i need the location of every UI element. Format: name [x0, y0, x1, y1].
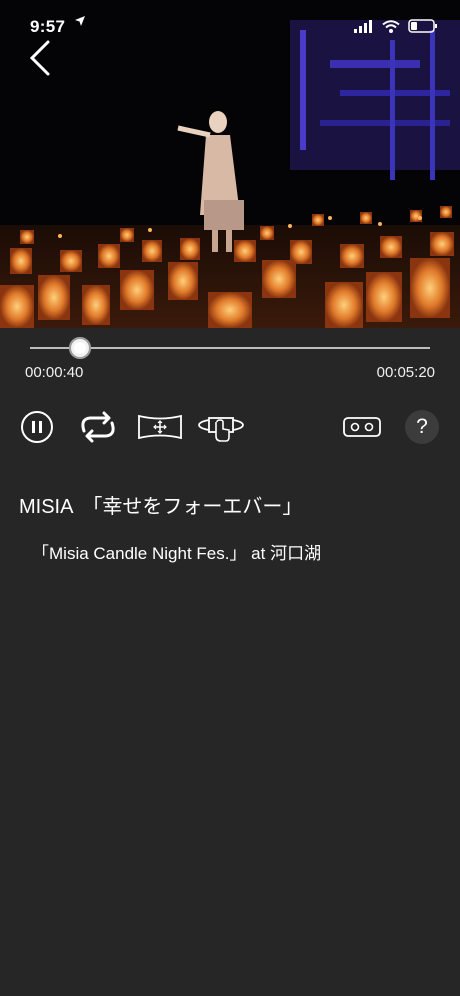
help-label: ? — [405, 410, 439, 444]
total-time: 00:05:20 — [376, 364, 435, 381]
repeat-button[interactable] — [76, 405, 120, 449]
cell-signal-icon — [354, 18, 374, 38]
status-time: 9:57 — [30, 17, 66, 36]
seek-handle[interactable] — [69, 337, 91, 359]
help-button[interactable]: ? — [404, 405, 440, 449]
wifi-icon — [382, 18, 400, 38]
status-bar: 9:57 — [0, 0, 460, 52]
fit-screen-icon — [138, 414, 182, 440]
pause-button[interactable] — [20, 405, 54, 449]
vr-goggles-icon — [343, 417, 381, 437]
control-bar: ? — [0, 405, 460, 449]
360-view-button[interactable] — [196, 405, 246, 449]
fit-screen-button[interactable] — [137, 405, 183, 449]
video-player[interactable]: 9:57 — [0, 0, 460, 328]
pause-icon — [21, 411, 53, 443]
vr-mode-button[interactable] — [340, 405, 384, 449]
chevron-left-icon — [29, 40, 50, 76]
battery-icon — [408, 18, 438, 38]
location-arrow-icon — [74, 15, 86, 30]
back-button[interactable] — [22, 38, 62, 78]
repeat-icon — [81, 411, 115, 443]
track-title: MISIA 「幸せをフォーエバー」 — [19, 496, 303, 518]
seek-bar[interactable]: 00:00:40 00:05:20 — [0, 328, 460, 398]
track-subtitle: 「Misia Candle Night Fes.」 at 河口湖 — [32, 544, 322, 563]
current-time: 00:00:40 — [25, 364, 84, 381]
360-view-icon — [198, 417, 244, 442]
